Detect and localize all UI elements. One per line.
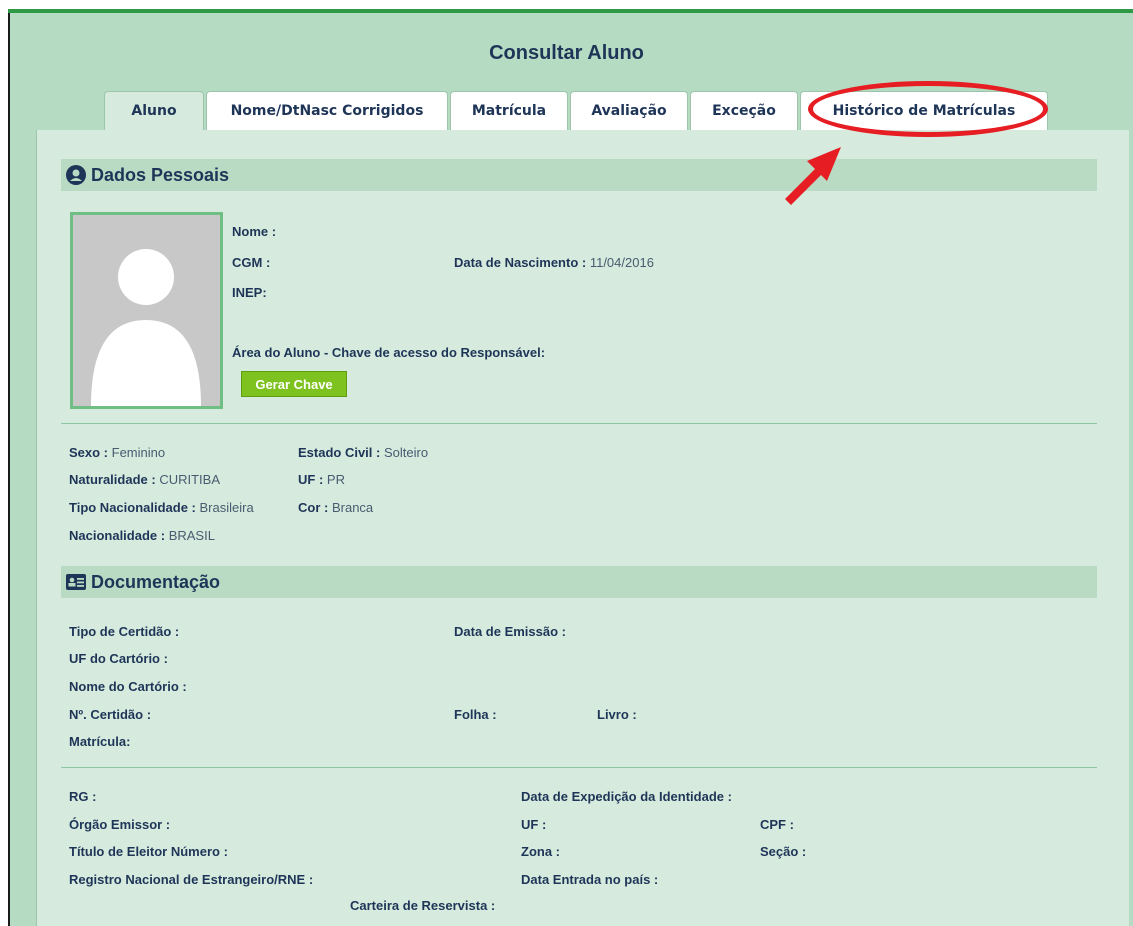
matricula-label: Matrícula:: [69, 734, 131, 749]
section-title: Documentação: [91, 572, 221, 592]
tab-avaliacao[interactable]: Avaliação: [570, 91, 688, 130]
tab-nome-dtnasc[interactable]: Nome/DtNasc Corrigidos: [206, 91, 448, 130]
section-documentacao: Documentação: [61, 566, 1097, 598]
data-nascimento: Data de Nascimento : 11/04/2016: [454, 255, 654, 270]
uf-label: UF :: [521, 817, 547, 832]
page-title: Consultar Aluno: [489, 42, 644, 64]
cpf-label: CPF :: [760, 817, 794, 832]
uf-cartorio-label: UF do Cartório :: [69, 651, 168, 666]
highlight-ellipse: [808, 81, 1048, 137]
data-expedicao-label: Data de Expedição da Identidade :: [521, 789, 732, 804]
cor: Cor : Branca: [298, 500, 374, 515]
orgao-emissor-label: Órgão Emissor :: [69, 817, 171, 832]
rg-label: RG :: [69, 789, 97, 804]
data-emissao-label: Data de Emissão :: [454, 624, 566, 639]
numero-certidao-label: Nº. Certidão :: [69, 707, 152, 722]
tab-matricula[interactable]: Matrícula: [450, 91, 568, 130]
section-title: Dados Pessoais: [91, 165, 230, 185]
tab-excecao[interactable]: Exceção: [690, 91, 798, 130]
zona-label: Zona :: [521, 844, 560, 859]
inep-label: INEP:: [232, 285, 267, 300]
secao-label: Seção :: [760, 844, 807, 859]
nome-cartorio-label: Nome do Cartório :: [69, 679, 187, 694]
estado-civil: Estado Civil : Solteiro: [298, 445, 429, 460]
sexo: Sexo : Feminino: [69, 445, 166, 460]
gerar-chave-button[interactable]: Gerar Chave: [241, 371, 347, 397]
id-card-icon: [66, 574, 86, 590]
user-circle-icon: [66, 165, 86, 185]
divider: [61, 767, 1097, 768]
arrow-icon: [785, 147, 841, 205]
data-entrada-label: Data Entrada no país :: [521, 872, 659, 887]
top-bar: [8, 9, 1133, 13]
tipo-nacionalidade: Tipo Nacionalidade : Brasileira: [69, 500, 254, 515]
nome-label: Nome :: [232, 224, 277, 239]
tipo-certidao-label: Tipo de Certidão :: [69, 624, 180, 639]
section-dados-pessoais: Dados Pessoais: [61, 159, 1097, 191]
nacionalidade: Nacionalidade : BRASIL: [69, 528, 215, 543]
livro-label: Livro :: [597, 707, 637, 722]
naturalidade: Naturalidade : CURITIBA: [69, 472, 220, 487]
divider: [61, 423, 1097, 424]
tab-aluno[interactable]: Aluno: [104, 91, 204, 132]
cgm-label: CGM :: [232, 255, 271, 270]
reservista-label: Carteira de Reservista :: [350, 898, 496, 913]
folha-label: Folha :: [454, 707, 497, 722]
uf: UF : PR: [298, 472, 345, 487]
titulo-eleitor-label: Título de Eleitor Número :: [69, 844, 228, 859]
student-photo: [70, 212, 223, 409]
tab-content: Dados Pessoais Nome : CGM : INEP: Data d…: [36, 130, 1129, 926]
area-aluno-label: Área do Aluno - Chave de acesso do Respo…: [232, 345, 546, 360]
rne-label: Registro Nacional de Estrangeiro/RNE :: [69, 872, 314, 887]
